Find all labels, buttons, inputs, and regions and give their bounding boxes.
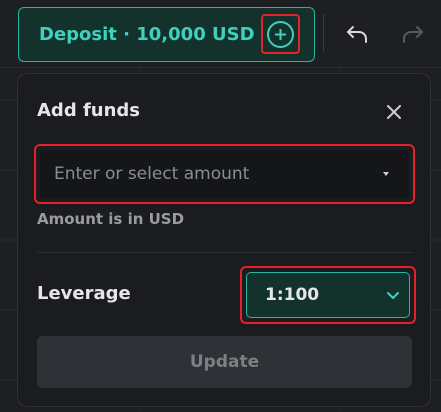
amount-input[interactable] [40, 150, 409, 198]
caret-down-icon[interactable] [379, 167, 393, 181]
plus-circle-icon [267, 20, 294, 48]
undo-icon[interactable] [342, 19, 372, 49]
leverage-value: 1:100 [265, 285, 320, 305]
leverage-select-highlight: 1:100 [240, 266, 416, 324]
top-toolbar: Deposit · 10,000 USD [0, 0, 441, 68]
chevron-down-icon [387, 292, 399, 299]
add-funds-popover: Add funds Amount is in USD Leverage 1:10… [17, 73, 431, 407]
close-icon[interactable] [383, 101, 405, 123]
leverage-label: Leverage [37, 283, 131, 304]
amount-hint: Amount is in USD [37, 210, 185, 228]
update-button[interactable]: Update [37, 336, 412, 388]
app-stage: Deposit · 10,000 USD Add funds Enter or … [0, 0, 441, 412]
toolbar-divider [323, 14, 324, 52]
add-funds-button[interactable] [261, 14, 300, 54]
amount-field-highlight [34, 144, 415, 204]
redo-icon[interactable] [398, 19, 428, 49]
deposit-balance-label: Deposit · 10,000 USD [39, 24, 255, 45]
popover-title: Add funds [37, 100, 141, 121]
leverage-select[interactable]: 1:100 [246, 272, 410, 318]
section-divider [37, 252, 413, 253]
